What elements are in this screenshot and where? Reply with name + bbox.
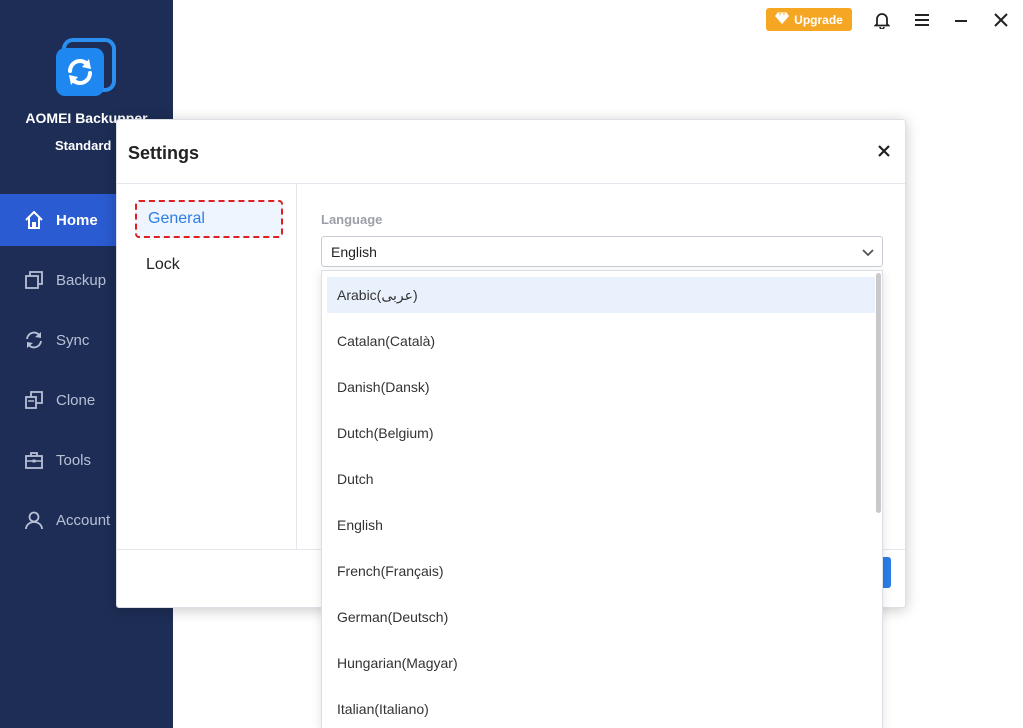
- upgrade-label: Upgrade: [794, 12, 843, 27]
- language-option-dutch[interactable]: Dutch: [327, 461, 875, 497]
- tab-label: Lock: [146, 256, 180, 273]
- tab-general[interactable]: General: [135, 200, 283, 238]
- dialog-header: Settings: [117, 120, 905, 184]
- language-option-catalan[interactable]: Catalan(Català): [327, 323, 875, 359]
- tab-label: General: [148, 210, 205, 227]
- backup-icon: [24, 270, 44, 290]
- bell-icon[interactable]: [871, 9, 893, 31]
- app-edition: Standard: [55, 138, 112, 153]
- sidebar-item-label: Sync: [56, 331, 90, 349]
- chevron-down-icon: [860, 244, 876, 260]
- sidebar-item-label: Backup: [56, 271, 107, 289]
- language-option-italian[interactable]: Italian(Italiano): [327, 691, 875, 727]
- sidebar-item-label: Account: [56, 511, 111, 529]
- clone-icon: [24, 390, 44, 410]
- language-option-arabic[interactable]: Arabic(عربى): [327, 277, 875, 313]
- settings-tab-list: General Lock: [117, 184, 297, 549]
- language-option-dutch-belgium[interactable]: Dutch(Belgium): [327, 415, 875, 451]
- home-icon: [24, 210, 44, 230]
- language-option-hungarian[interactable]: Hungarian(Magyar): [327, 645, 875, 681]
- app-logo: [56, 38, 116, 98]
- language-label: Language: [321, 212, 383, 227]
- upgrade-button[interactable]: Upgrade: [766, 8, 852, 31]
- dialog-close-icon[interactable]: [875, 142, 893, 160]
- language-option-french[interactable]: French(Français): [327, 553, 875, 589]
- language-selected-value: English: [331, 243, 377, 260]
- sidebar-item-label: Tools: [56, 451, 92, 469]
- diamond-icon: [775, 12, 790, 27]
- minimize-icon[interactable]: [950, 9, 972, 31]
- tools-icon: [24, 450, 44, 470]
- language-option-english[interactable]: English: [327, 507, 875, 543]
- language-option-danish[interactable]: Danish(Dansk): [327, 369, 875, 405]
- dialog-title: Settings: [128, 143, 200, 163]
- account-icon: [24, 510, 44, 530]
- close-icon[interactable]: [990, 9, 1012, 31]
- sidebar-item-label: Home: [56, 211, 98, 229]
- language-dropdown: Arabic(عربى) Catalan(Català) Danish(Dans…: [321, 270, 883, 728]
- tab-lock[interactable]: Lock: [135, 246, 283, 284]
- sidebar-item-label: Clone: [56, 391, 96, 409]
- dropdown-scrollbar[interactable]: [876, 273, 881, 513]
- language-select[interactable]: English: [321, 236, 883, 267]
- menu-icon[interactable]: [911, 9, 933, 31]
- sync-icon: [24, 330, 44, 350]
- language-option-german[interactable]: German(Deutsch): [327, 599, 875, 635]
